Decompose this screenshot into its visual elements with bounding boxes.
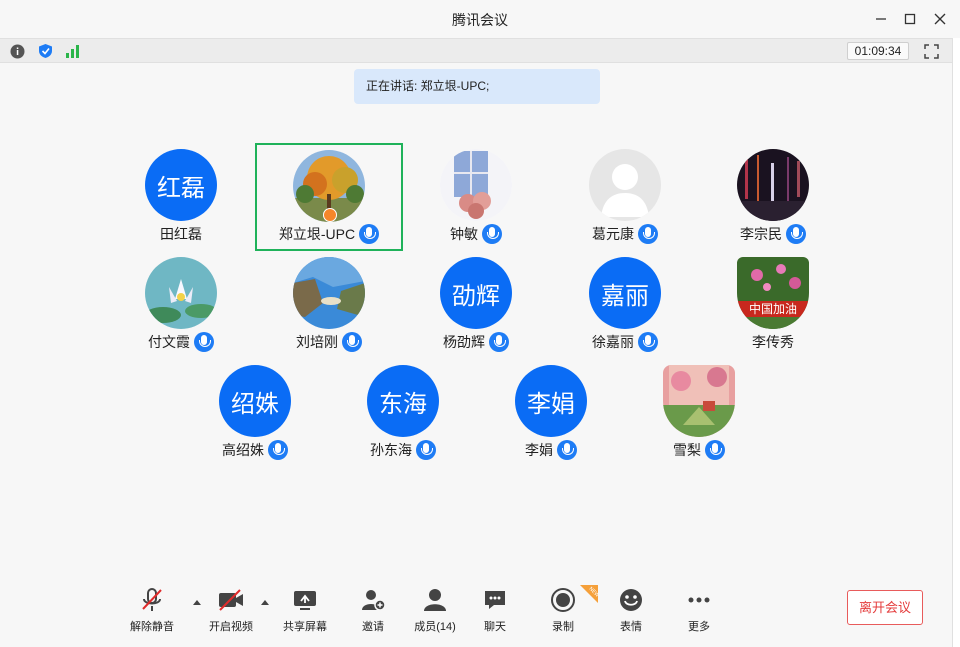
avatar-photo-window-flowers [440,149,512,221]
avatar-banner-text: 中国加油 [749,301,797,316]
microphone-icon [557,440,577,460]
microphone-icon [342,332,362,352]
participant-name: 孙东海 [370,442,412,458]
microphone-icon [705,440,725,460]
unmute-button[interactable]: 解除静音 [122,586,182,636]
video-off-icon [217,586,245,614]
avatar-photo-night-lights [737,149,809,221]
participant-name: 徐嘉丽 [592,334,634,350]
smiley-face-icon [617,586,645,614]
participant-name: 李传秀 [752,334,794,350]
avatar: 东海 [367,365,439,437]
participant-name: 刘培刚 [296,334,338,350]
leave-meeting-button[interactable]: 离开会议 [847,590,923,625]
participant-name: 付文霞 [148,334,190,350]
window-edge [952,38,960,647]
meeting-info-bar: 01:09:34 [0,38,952,63]
avatar: 嘉丽 [589,257,661,329]
participant-name: 钟敏 [450,226,478,242]
avatar: 红磊 [145,149,217,221]
avatar: 劭辉 [440,257,512,329]
microphone-icon [638,332,658,352]
reactions-button[interactable]: 表情 [601,586,661,636]
window-title: 腾讯会议 [452,12,508,28]
microphone-icon [359,224,380,244]
chat-button[interactable]: 聊天 [465,586,525,636]
participant-tile[interactable]: 刘培刚 [255,252,403,360]
fullscreen-icon[interactable] [923,43,939,59]
microphone-icon [489,332,509,352]
participant-tile[interactable]: 李宗民 [699,144,847,252]
maximize-button[interactable] [900,9,920,29]
avatar-default-user-icon [589,149,661,221]
avatar-photo-flowers-banner: 中国加油 [737,257,809,329]
microphone-icon [268,440,288,460]
invite-button[interactable]: 邀请 [343,586,403,636]
title-bar: 腾讯会议 [0,0,960,38]
host-badge-icon [323,208,337,222]
members-button[interactable]: 成员(14) [405,586,465,636]
participant-tile-active[interactable]: 郑立垠-UPC [255,143,403,251]
participant-tile[interactable]: 东海 孙东海 [329,360,477,468]
participant-name: 杨劭辉 [443,334,485,350]
chat-bubble-icon [481,586,509,614]
microphone-icon [416,440,436,460]
signal-strength-icon[interactable] [65,43,81,59]
more-button[interactable]: 更多 [669,586,729,636]
participant-name: 郑立垠-UPC [278,226,356,242]
participant-name: 雪梨 [673,442,701,458]
participant-tile[interactable]: 付文霞 [107,252,255,360]
participant-tile[interactable]: 雪梨 [625,360,773,468]
participant-tile[interactable]: 钟敏 [402,144,550,252]
participant-tile[interactable]: 中国加油 李传秀 [699,252,847,360]
participant-tile[interactable]: 绍姝 高绍姝 [181,360,329,468]
participant-name: 田红磊 [160,226,202,242]
new-feature-badge: NEW [580,585,600,603]
more-dots-icon [685,586,713,614]
avatar: 李娟 [515,365,587,437]
members-icon [421,586,449,614]
participant-name: 李宗民 [740,226,782,242]
share-screen-icon [291,586,319,614]
add-user-icon [359,586,387,614]
participant-tile[interactable]: 劭辉 杨劭辉 [402,252,550,360]
participant-name: 李娟 [525,442,553,458]
avatar-photo-garden [663,365,735,437]
share-screen-button[interactable]: 共享屏幕 [275,586,335,636]
close-button[interactable] [930,9,950,29]
speaking-indicator: 正在讲话: 郑立垠-UPC; [354,69,600,104]
start-video-button[interactable]: 开启视频 [201,586,261,636]
participant-tile[interactable]: 嘉丽 徐嘉丽 [551,252,699,360]
muted-microphone-icon [138,586,166,614]
info-icon[interactable] [9,43,25,59]
participant-name: 高绍姝 [222,442,264,458]
record-icon [549,586,577,614]
participant-name: 葛元康 [592,226,634,242]
participant-tile[interactable]: 红磊 田红磊 [107,144,255,252]
bottom-toolbar: 解除静音 开启视频 共享屏幕 邀请 成员(14) 聊天 录制 表情 更多 [0,580,952,647]
microphone-icon [194,332,214,352]
participant-tile[interactable]: 葛元康 [551,144,699,252]
microphone-icon [482,224,502,244]
video-options-caret[interactable] [260,595,270,605]
participant-tile[interactable]: 李娟 李娟 [477,360,625,468]
security-shield-icon[interactable] [37,43,53,59]
minimize-button[interactable] [871,9,891,29]
microphone-icon [786,224,806,244]
avatar: 绍姝 [219,365,291,437]
avatar-photo-coastline [293,257,365,329]
microphone-icon [638,224,658,244]
avatar-photo-lotus [145,257,217,329]
meeting-timer: 01:09:34 [847,42,909,60]
